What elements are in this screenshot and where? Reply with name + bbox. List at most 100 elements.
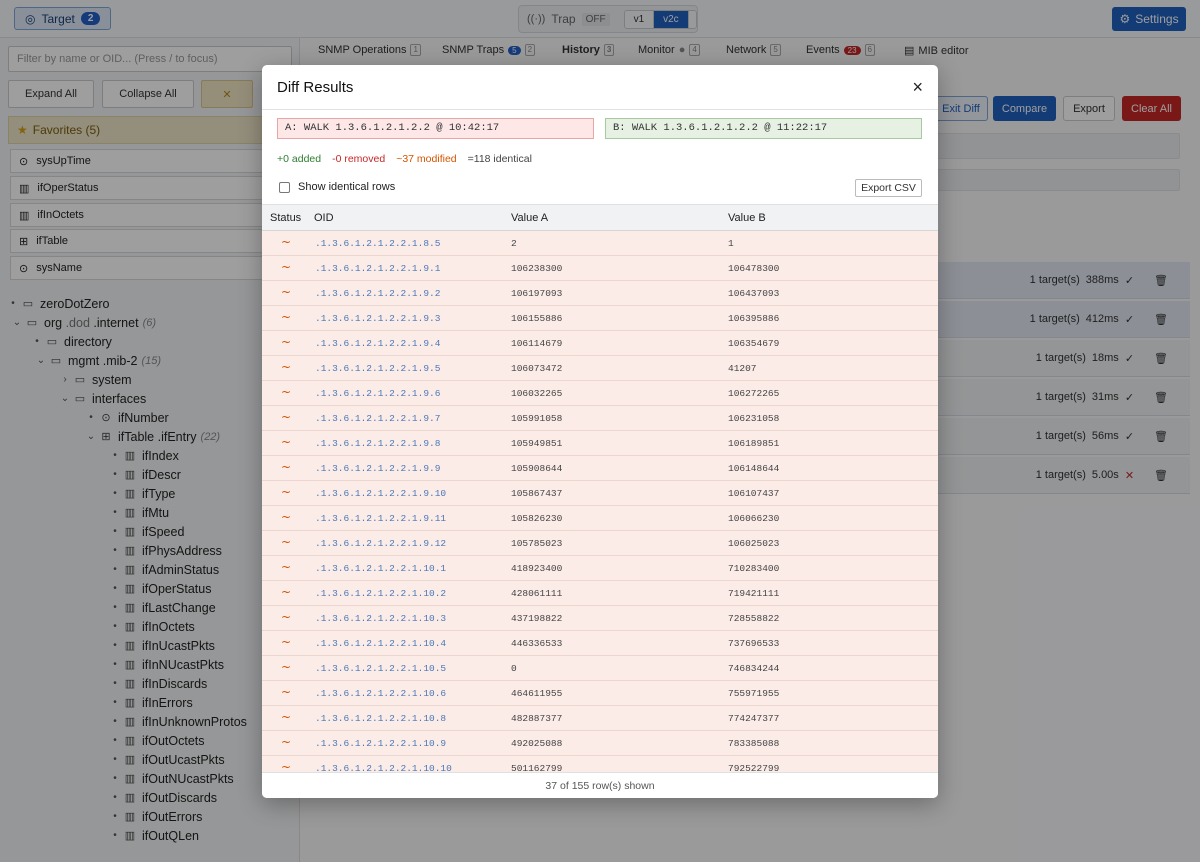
stat-added: +0 added (277, 153, 322, 165)
diff-row[interactable]: ~ .1.3.6.1.2.1.2.2.1.8.5 2 1 (262, 231, 938, 256)
value-a-cell: 105991058 (511, 413, 563, 424)
value-a-cell: 105908644 (511, 463, 563, 474)
diff-row[interactable]: ~ .1.3.6.1.2.1.2.2.1.9.5 106073472 41207 (262, 356, 938, 381)
oid-cell: .1.3.6.1.2.1.2.2.1.9.7 (315, 413, 441, 424)
value-b-cell: 106107437 (728, 488, 780, 499)
value-b-cell: 1 (728, 238, 734, 249)
value-a-cell: 106032265 (511, 388, 563, 399)
diff-row[interactable]: ~ .1.3.6.1.2.1.2.2.1.9.8 105949851 10618985… (262, 431, 938, 456)
diff-status-icon: ~ (281, 635, 292, 649)
diff-row[interactable]: ~ .1.3.6.1.2.1.2.2.1.9.3 106155886 10639588… (262, 306, 938, 331)
oid-cell: .1.3.6.1.2.1.2.2.1.9.10 (315, 488, 447, 499)
oid-cell: .1.3.6.1.2.1.2.2.1.9.8 (315, 438, 441, 449)
diff-row[interactable]: ~ .1.3.6.1.2.1.2.2.1.9.1 106238300 10647830… (262, 256, 938, 281)
value-b-cell: 792522799 (728, 763, 780, 772)
diff-row[interactable]: ~ .1.3.6.1.2.1.2.2.1.10.1 418923400 7102834… (262, 556, 938, 581)
value-b-cell: 106066230 (728, 513, 780, 524)
diff-status-icon: ~ (281, 260, 292, 274)
diff-status-icon: ~ (281, 285, 292, 299)
col-status[interactable]: Status (270, 212, 301, 224)
value-a-cell: 105949851 (511, 438, 563, 449)
diff-status-icon: ~ (281, 710, 292, 724)
value-a-cell: 2 (511, 238, 517, 249)
diff-row[interactable]: ~ .1.3.6.1.2.1.2.2.1.10.3 437198822 7285588… (262, 606, 938, 631)
diff-row[interactable]: ~ .1.3.6.1.2.1.2.2.1.9.6 106032265 10627226… (262, 381, 938, 406)
oid-cell: .1.3.6.1.2.1.2.2.1.9.11 (315, 513, 447, 524)
value-b-cell: 746834244 (728, 663, 780, 674)
diff-row[interactable]: ~ .1.3.6.1.2.1.2.2.1.9.12 105785023 1060250… (262, 531, 938, 556)
stat-modified: ~37 modified (396, 153, 457, 165)
modal-title: Diff Results (277, 78, 354, 96)
diff-row[interactable]: ~ .1.3.6.1.2.1.2.2.1.10.10 501162799 792522… (262, 756, 938, 772)
oid-cell: .1.3.6.1.2.1.2.2.1.9.1 (315, 263, 441, 274)
stat-identical: =118 identical (467, 153, 532, 165)
diff-status-icon: ~ (281, 510, 292, 524)
oid-cell: .1.3.6.1.2.1.2.2.1.10.6 (315, 688, 447, 699)
col-oid[interactable]: OID (314, 212, 334, 224)
show-identical-label: Show identical rows (298, 181, 396, 193)
value-b-cell: 737696533 (728, 638, 780, 649)
oid-cell: .1.3.6.1.2.1.2.2.1.10.8 (315, 713, 447, 724)
diff-status-icon: ~ (281, 760, 292, 772)
value-b-cell: 106231058 (728, 413, 780, 424)
diff-status-icon: ~ (281, 410, 292, 424)
value-a-cell: 492025088 (511, 738, 563, 749)
diff-status-icon: ~ (281, 685, 292, 699)
value-a-cell: 106155886 (511, 313, 563, 324)
diff-results-modal: Diff Results × A: WALK 1.3.6.1.2.1.2.2 @… (262, 65, 938, 798)
diff-status-icon: ~ (281, 335, 292, 349)
snapshot-b-label: B: WALK 1.3.6.1.2.1.2.2 @ 11:22:17 (605, 118, 922, 139)
value-a-cell: 428061111 (511, 588, 563, 599)
value-a-cell: 437198822 (511, 613, 563, 624)
diff-row[interactable]: ~ .1.3.6.1.2.1.2.2.1.10.2 428061111 7194211… (262, 581, 938, 606)
diff-row[interactable]: ~ .1.3.6.1.2.1.2.2.1.10.4 446336533 7376965… (262, 631, 938, 656)
diff-status-icon: ~ (281, 435, 292, 449)
diff-status-icon: ~ (281, 560, 292, 574)
value-b-cell: 106148644 (728, 463, 780, 474)
value-a-cell: 418923400 (511, 563, 563, 574)
value-b-cell: 106272265 (728, 388, 780, 399)
diff-status-icon: ~ (281, 535, 292, 549)
value-a-cell: 106073472 (511, 363, 563, 374)
diff-row[interactable]: ~ .1.3.6.1.2.1.2.2.1.9.9 105908644 10614864… (262, 456, 938, 481)
col-value-b[interactable]: Value B (728, 212, 766, 224)
value-a-cell: 501162799 (511, 763, 563, 772)
diff-row[interactable]: ~ .1.3.6.1.2.1.2.2.1.10.5 0 746834244 (262, 656, 938, 681)
value-a-cell: 105826230 (511, 513, 563, 524)
value-b-cell: 106025023 (728, 538, 780, 549)
value-a-cell: 106197093 (511, 288, 563, 299)
diff-status-icon: ~ (281, 610, 292, 624)
diff-table-header: Status OID Value A Value B (262, 204, 938, 231)
show-identical-toggle[interactable]: Show identical rows (279, 181, 395, 193)
diff-row[interactable]: ~ .1.3.6.1.2.1.2.2.1.9.11 105826230 1060662… (262, 506, 938, 531)
oid-cell: .1.3.6.1.2.1.2.2.1.10.9 (315, 738, 447, 749)
oid-cell: .1.3.6.1.2.1.2.2.1.10.1 (315, 563, 447, 574)
export-csv-button[interactable]: Export CSV (855, 179, 922, 197)
diff-row[interactable]: ~ .1.3.6.1.2.1.2.2.1.10.6 464611955 7559719… (262, 681, 938, 706)
value-b-cell: 783385088 (728, 738, 780, 749)
value-b-cell: 710283400 (728, 563, 780, 574)
show-identical-checkbox[interactable] (279, 181, 290, 193)
oid-cell: .1.3.6.1.2.1.2.2.1.10.3 (315, 613, 447, 624)
snapshot-a-label: A: WALK 1.3.6.1.2.1.2.2 @ 10:42:17 (277, 118, 594, 139)
oid-cell: .1.3.6.1.2.1.2.2.1.9.3 (315, 313, 441, 324)
diff-row[interactable]: ~ .1.3.6.1.2.1.2.2.1.10.9 492025088 7833850… (262, 731, 938, 756)
modal-header: Diff Results × (262, 65, 938, 110)
value-b-cell: 755971955 (728, 688, 780, 699)
diff-row[interactable]: ~ .1.3.6.1.2.1.2.2.1.9.4 106114679 10635467… (262, 331, 938, 356)
value-b-cell: 728558822 (728, 613, 780, 624)
diff-row[interactable]: ~ .1.3.6.1.2.1.2.2.1.9.2 106197093 10643709… (262, 281, 938, 306)
value-b-cell: 106189851 (728, 438, 780, 449)
value-b-cell: 106437093 (728, 288, 780, 299)
diff-row[interactable]: ~ .1.3.6.1.2.1.2.2.1.10.8 482887377 7742473… (262, 706, 938, 731)
diff-row[interactable]: ~ .1.3.6.1.2.1.2.2.1.9.10 105867437 1061074… (262, 481, 938, 506)
diff-row[interactable]: ~ .1.3.6.1.2.1.2.2.1.9.7 105991058 10623105… (262, 406, 938, 431)
value-a-cell: 482887377 (511, 713, 563, 724)
col-value-a[interactable]: Value A (511, 212, 548, 224)
close-button[interactable]: × (912, 77, 923, 98)
diff-table-body[interactable]: ~ .1.3.6.1.2.1.2.2.1.8.5 2 1 ~ .1.3.6.1.2.1.2… (262, 231, 938, 772)
oid-cell: .1.3.6.1.2.1.2.2.1.8.5 (315, 238, 441, 249)
row-count-footer: 37 of 155 row(s) shown (262, 772, 938, 798)
value-a-cell: 105867437 (511, 488, 563, 499)
value-a-cell: 106114679 (511, 338, 563, 349)
